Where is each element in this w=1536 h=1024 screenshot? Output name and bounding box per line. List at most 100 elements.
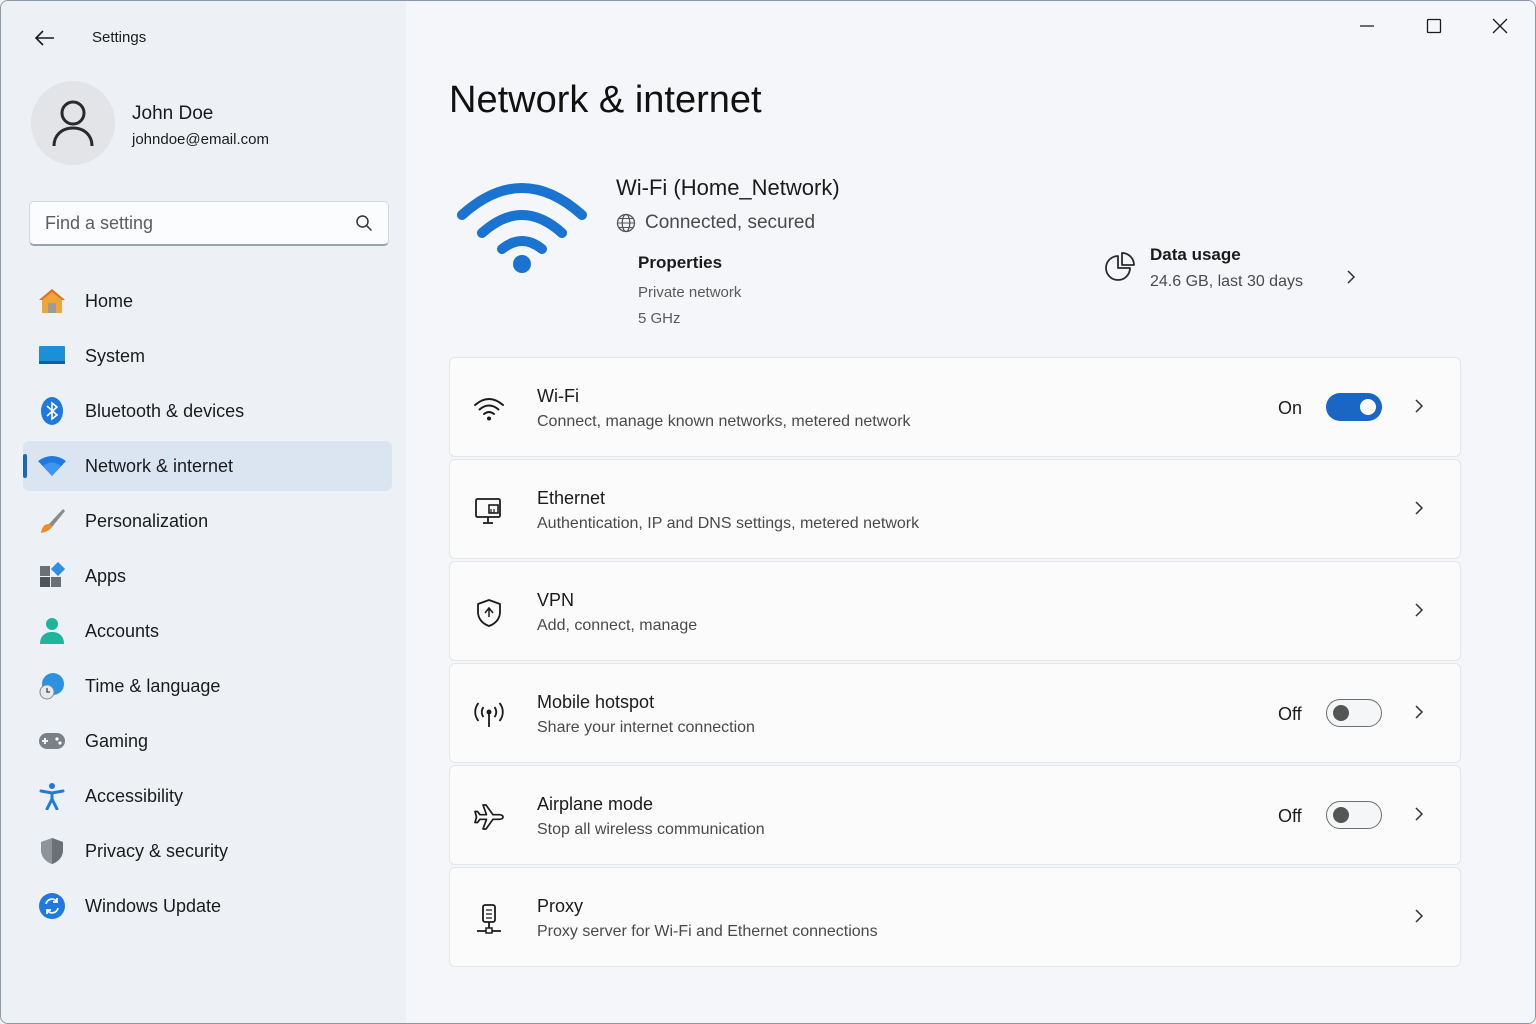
mobile-hotspot-card[interactable]: Mobile hotspot Share your internet conne…	[449, 663, 1461, 763]
back-button[interactable]	[29, 23, 61, 53]
maximize-icon	[1426, 18, 1442, 34]
sidebar-item-label: Windows Update	[85, 895, 222, 916]
network-profile-type: Private network	[638, 284, 742, 301]
paintbrush-icon	[37, 506, 67, 536]
card-subtitle: Authentication, IP and DNS settings, met…	[537, 515, 920, 532]
gamepad-icon	[37, 726, 67, 756]
card-title: Ethernet	[537, 488, 606, 508]
card-subtitle: Share your internet connection	[537, 719, 755, 736]
sidebar-item-label: Apps	[85, 565, 127, 586]
sidebar-item-label: Gaming	[85, 730, 149, 751]
sidebar-item-time-language[interactable]: Time & language	[23, 661, 392, 711]
card-title: Airplane mode	[537, 794, 654, 814]
page-title: Network & internet	[449, 79, 762, 121]
chevron-right-icon[interactable]	[1414, 908, 1424, 924]
vpn-card[interactable]: VPN Add, connect, manage	[449, 561, 1461, 661]
sidebar-item-label: System	[85, 345, 146, 366]
sidebar-item-label: Bluetooth & devices	[85, 400, 245, 421]
sidebar-item-windows-update[interactable]: Windows Update	[23, 881, 392, 931]
user-email: johndoe@email.com	[132, 131, 269, 148]
airplane-mode-toggle[interactable]	[1326, 801, 1382, 829]
sidebar-item-apps[interactable]: Apps	[23, 551, 392, 601]
card-subtitle: Add, connect, manage	[537, 617, 698, 634]
sidebar-item-label: Time & language	[85, 675, 221, 696]
card-title: Wi-Fi	[537, 386, 579, 406]
chevron-right-icon	[1347, 270, 1356, 284]
mobile-hotspot-toggle[interactable]	[1326, 699, 1382, 727]
toggle-state-label: Off	[1278, 806, 1302, 826]
card-title: Proxy	[537, 896, 584, 916]
sidebar-item-gaming[interactable]: Gaming	[23, 716, 392, 766]
chevron-right-icon[interactable]	[1414, 398, 1424, 414]
person-icon	[52, 100, 94, 147]
back-arrow-icon	[35, 30, 54, 46]
settings-cards: Wi-Fi Connect, manage known networks, me…	[449, 357, 1461, 969]
network-band: 5 GHz	[638, 310, 681, 327]
sidebar-item-label: Accessibility	[85, 785, 184, 806]
data-usage-subtitle: 24.6 GB, last 30 days	[1150, 273, 1303, 290]
card-subtitle: Proxy server for Wi-Fi and Ethernet conn…	[537, 923, 878, 940]
person-icon	[37, 616, 67, 646]
ethernet-icon	[472, 494, 506, 528]
chevron-right-icon[interactable]	[1414, 602, 1424, 618]
user-name: John Doe	[132, 103, 214, 124]
search-icon[interactable]	[355, 214, 373, 232]
vpn-shield-icon	[472, 596, 506, 630]
home-icon	[37, 286, 67, 316]
sidebar-item-accessibility[interactable]: Accessibility	[23, 771, 392, 821]
card-subtitle: Stop all wireless communication	[537, 821, 765, 838]
sidebar-item-accounts[interactable]: Accounts	[23, 606, 392, 656]
proxy-icon	[472, 902, 506, 936]
close-icon	[1492, 18, 1508, 34]
network-status: Connected, secured	[645, 212, 816, 233]
toggle-knob	[1360, 399, 1376, 415]
toggle-knob	[1333, 705, 1349, 721]
sidebar-item-system[interactable]: System	[23, 331, 392, 381]
data-usage-title: Data usage	[1150, 245, 1241, 264]
globe-clock-icon	[37, 671, 67, 701]
properties-link[interactable]: Properties	[638, 253, 722, 273]
sidebar-item-personalization[interactable]: Personalization	[23, 496, 392, 546]
avatar[interactable]	[31, 81, 115, 165]
network-name: Wi-Fi (Home_Network)	[616, 175, 840, 200]
apps-icon	[37, 561, 67, 591]
toggle-knob	[1333, 807, 1349, 823]
chevron-right-icon[interactable]	[1414, 500, 1424, 516]
card-title: Mobile hotspot	[537, 692, 655, 712]
sidebar-item-privacy[interactable]: Privacy & security	[23, 826, 392, 876]
sidebar-item-bluetooth[interactable]: Bluetooth & devices	[23, 386, 392, 436]
sidebar-item-label: Personalization	[85, 510, 209, 531]
card-subtitle: Connect, manage known networks, metered …	[537, 413, 911, 430]
pie-chart-icon	[1105, 252, 1135, 281]
wifi-toggle[interactable]	[1326, 393, 1382, 421]
search-input[interactable]	[45, 212, 355, 234]
app-title: Settings	[92, 29, 147, 46]
search-box[interactable]	[29, 201, 389, 246]
wifi-icon	[457, 183, 587, 273]
toggle-state-label: Off	[1278, 704, 1302, 724]
system-monitor-icon	[37, 341, 67, 371]
minimize-icon	[1360, 25, 1374, 27]
globe-icon	[616, 213, 636, 233]
minimize-button[interactable]	[1344, 9, 1390, 43]
update-icon	[37, 891, 67, 921]
airplane-icon	[472, 800, 506, 834]
ethernet-card[interactable]: Ethernet Authentication, IP and DNS sett…	[449, 459, 1461, 559]
airplane-mode-card[interactable]: Airplane mode Stop all wireless communic…	[449, 765, 1461, 865]
accessibility-icon	[37, 781, 67, 811]
chevron-right-icon[interactable]	[1414, 806, 1424, 822]
sidebar-item-label: Accounts	[85, 620, 160, 641]
sidebar-item-label: Home	[85, 290, 134, 311]
maximize-button[interactable]	[1411, 9, 1457, 43]
data-usage-link[interactable]: Data usage 24.6 GB, last 30 days	[1096, 237, 1372, 301]
wifi-card[interactable]: Wi-Fi Connect, manage known networks, me…	[449, 357, 1461, 457]
wifi-icon	[37, 451, 67, 481]
wifi-icon	[472, 392, 506, 426]
settings-window: Settings John Doe johndoe@email.com Find…	[0, 0, 1536, 1024]
close-button[interactable]	[1477, 9, 1523, 43]
sidebar-item-home[interactable]: Home	[23, 276, 392, 326]
sidebar-item-network[interactable]: Network & internet	[23, 441, 392, 491]
bluetooth-icon	[37, 396, 67, 426]
proxy-card[interactable]: Proxy Proxy server for Wi-Fi and Etherne…	[449, 867, 1461, 967]
chevron-right-icon[interactable]	[1414, 704, 1424, 720]
